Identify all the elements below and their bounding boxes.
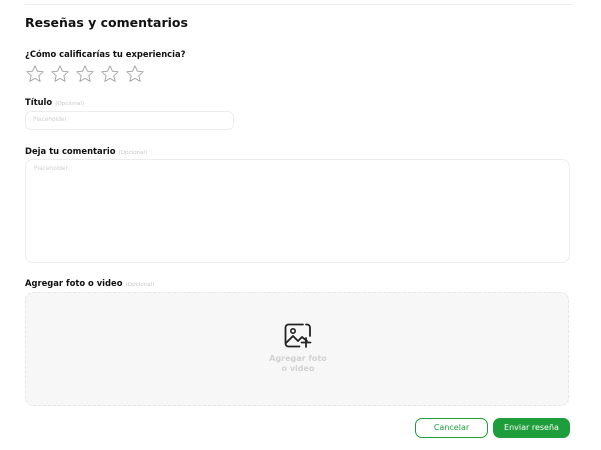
submit-review-button[interactable]: Enviar reseña [493, 418, 570, 438]
title-label: Título (Opcional) [25, 97, 84, 107]
star-rating[interactable] [25, 64, 145, 84]
dropzone-text: Agregar foto o video [198, 354, 398, 374]
top-divider [25, 4, 573, 5]
comment-label: Deja tu comentario (Opcional) [25, 146, 147, 156]
title-placeholder: Placeholder [33, 117, 67, 123]
star-icon-2[interactable] [50, 64, 70, 84]
title-label-text: Título [25, 97, 53, 107]
title-optional-hint: (Opcional) [55, 101, 85, 107]
star-icon-5[interactable] [125, 64, 145, 84]
comment-label-text: Deja tu comentario [25, 146, 116, 156]
comment-placeholder: Placeholder [34, 166, 68, 172]
star-icon-1[interactable] [25, 64, 45, 84]
comment-optional-hint: (Opcional) [118, 150, 148, 156]
rating-label: ¿Cómo calificarías tu experiencia? [25, 49, 186, 59]
star-icon-3[interactable] [75, 64, 95, 84]
title-input[interactable]: Placeholder [25, 111, 234, 130]
dropzone-line-1: Agregar foto [269, 354, 327, 363]
section-title: Reseñas y comentarios [25, 15, 188, 30]
media-label-text: Agregar foto o video [25, 278, 123, 288]
media-optional-hint: (Opcional) [125, 282, 155, 288]
star-icon-4[interactable] [100, 64, 120, 84]
dropzone-line-2: o video [281, 364, 315, 373]
cancel-button[interactable]: Cancelar [415, 418, 488, 438]
add-image-icon [284, 323, 312, 348]
comment-textarea[interactable]: Placeholder [25, 159, 570, 263]
media-dropzone[interactable]: Agregar foto o video [25, 292, 569, 406]
review-form-page: Reseñas y comentarios ¿Cómo calificarías… [0, 0, 601, 450]
media-label: Agregar foto o video (Opcional) [25, 278, 154, 288]
